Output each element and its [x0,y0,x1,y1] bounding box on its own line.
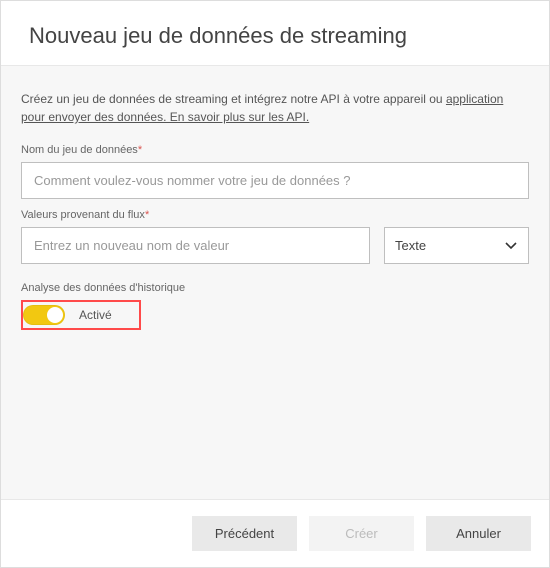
value-type-selected: Texte [395,238,426,253]
description-text: Créez un jeu de données de streaming et … [21,92,446,106]
dialog-description: Créez un jeu de données de streaming et … [21,90,529,126]
history-analysis-label: Analyse des données d'historique [21,282,529,294]
value-row: Texte [21,227,529,264]
streaming-dataset-dialog: Nouveau jeu de données de streaming Crée… [0,0,550,568]
value-type-select[interactable]: Texte [384,227,529,264]
dialog-body: Créez un jeu de données de streaming et … [1,65,549,499]
dialog-title: Nouveau jeu de données de streaming [1,1,549,65]
history-analysis-section: Analyse des données d'historique Activé [21,282,529,330]
chevron-down-icon [504,239,518,253]
history-toggle-state: Activé [79,308,112,322]
create-button: Créer [309,516,414,551]
toggle-knob [47,307,63,323]
previous-button[interactable]: Précédent [192,516,297,551]
cancel-button[interactable]: Annuler [426,516,531,551]
value-name-input[interactable] [21,227,370,264]
required-mark: * [145,209,149,221]
history-toggle-highlight: Activé [21,300,141,330]
required-mark: * [138,144,142,156]
dialog-footer: Précédent Créer Annuler [1,499,549,567]
dataset-name-input[interactable] [21,162,529,199]
dataset-name-label: Nom du jeu de données* [21,144,529,156]
history-toggle[interactable] [23,305,65,325]
stream-values-label: Valeurs provenant du flux* [21,209,529,221]
